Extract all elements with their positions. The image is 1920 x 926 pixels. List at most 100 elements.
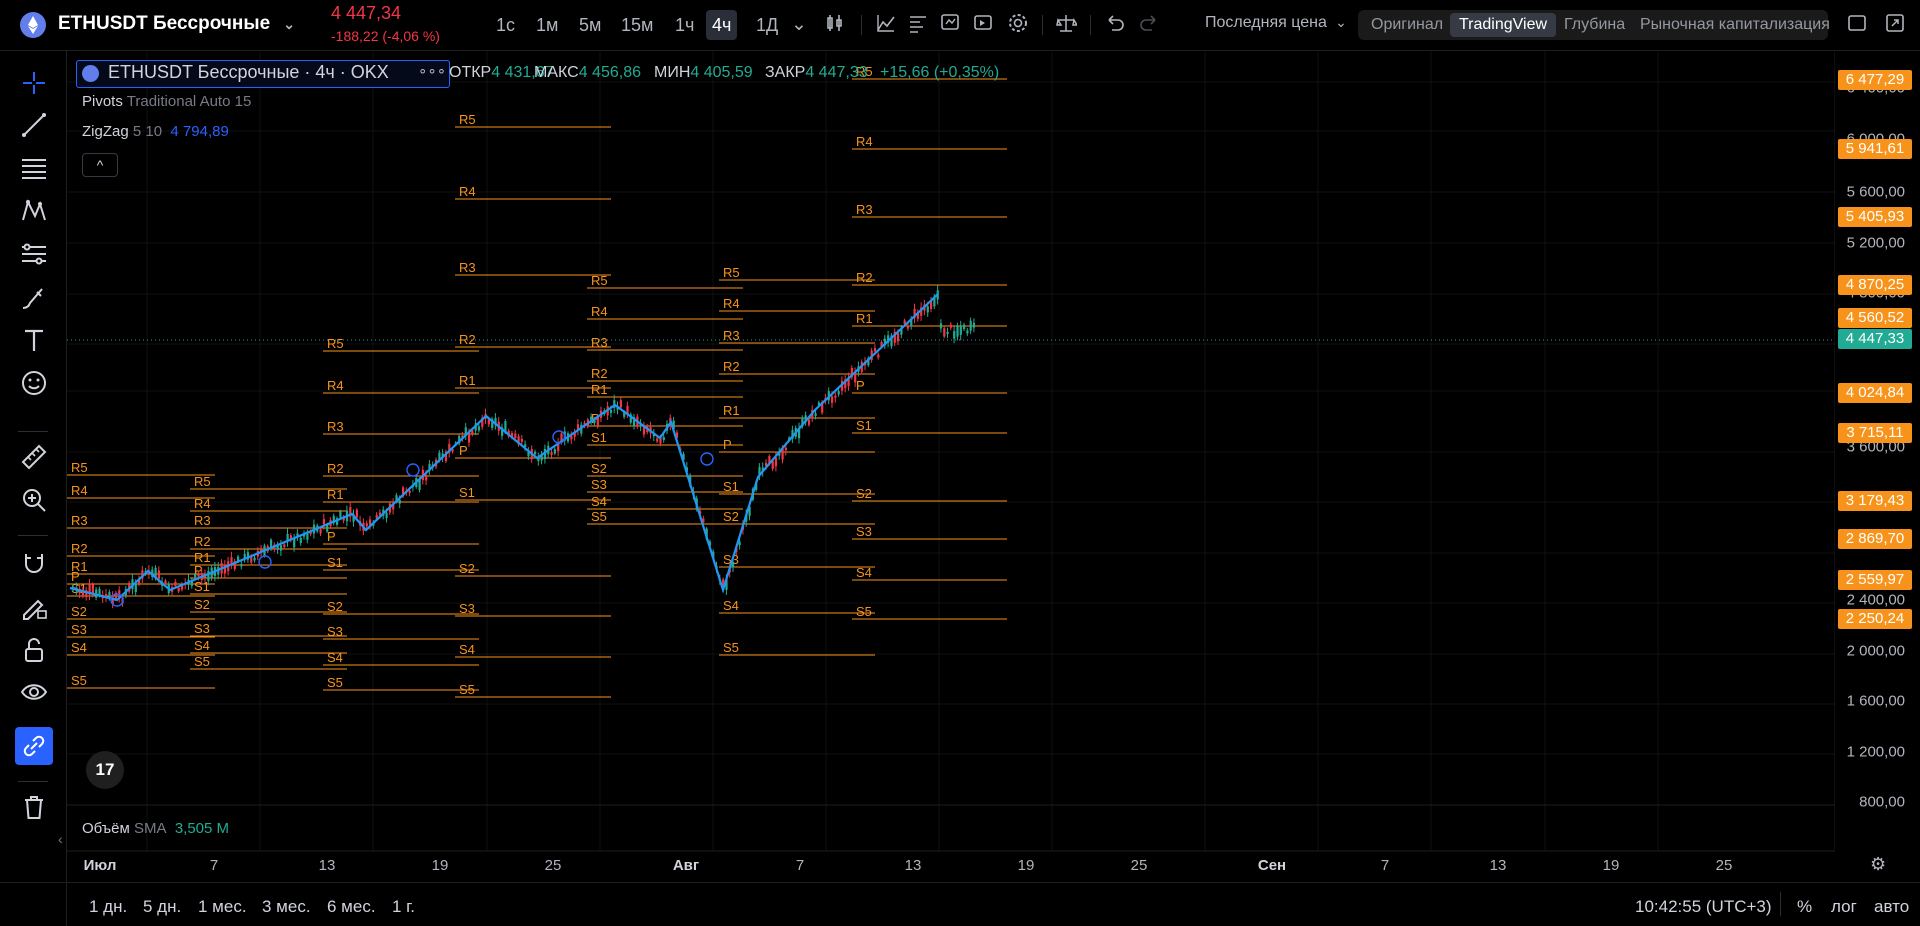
price-tick: 2 000,00 <box>1846 642 1905 660</box>
pivot-label: S1 <box>591 430 607 445</box>
timeframe-1s[interactable]: 1с <box>490 10 521 40</box>
candle-type-icon[interactable] <box>822 12 848 38</box>
range-1y[interactable]: 1 г. <box>392 897 415 917</box>
candle-body <box>197 574 200 577</box>
alert-icon[interactable] <box>937 12 963 38</box>
candle-body <box>553 449 556 454</box>
trash-icon[interactable] <box>15 788 53 826</box>
candle-body <box>520 438 523 442</box>
view-depth[interactable]: Глубина <box>1555 13 1634 37</box>
text-tool-icon[interactable] <box>15 321 53 359</box>
pivot-block: R5 R4 R3 R2 R1 P S1 S2 S3 S4 S5 <box>719 265 875 656</box>
candle-body <box>283 544 286 548</box>
collapse-toolbar-icon[interactable]: ‹ <box>58 831 63 847</box>
pivot-label: S5 <box>856 604 872 619</box>
ohlc-low-value: 4 405,59 <box>690 64 753 81</box>
view-market-cap[interactable]: Рыночная капитализация <box>1631 13 1839 37</box>
view-original[interactable]: Оригинал <box>1362 13 1452 37</box>
timeframe-5m[interactable]: 5м <box>573 10 607 40</box>
collapse-legend-button[interactable]: ^ <box>82 153 118 177</box>
pivot-label: R5 <box>327 336 344 351</box>
pivot-label: R3 <box>856 202 873 217</box>
zoom-in-icon[interactable] <box>15 481 53 519</box>
lock-drawing-icon[interactable] <box>15 587 53 625</box>
tradingview-logo[interactable]: 17 <box>86 751 124 789</box>
price-type-dropdown[interactable]: Последняя цена ⌄ <box>1205 14 1347 32</box>
brush-icon[interactable] <box>15 278 53 316</box>
eye-icon[interactable] <box>15 673 53 711</box>
fullscreen-icon[interactable] <box>1882 12 1908 38</box>
candle-body <box>956 326 959 337</box>
layout-icon[interactable] <box>1844 12 1870 38</box>
indicators-icon[interactable] <box>873 12 899 38</box>
pivot-label: R2 <box>459 332 476 347</box>
unlock-icon[interactable] <box>15 631 53 669</box>
pivot-label: R4 <box>723 296 740 311</box>
more-options-icon[interactable]: ∘∘∘ <box>418 62 446 80</box>
indicator-pivots[interactable]: Pivots Traditional Auto 15 <box>82 93 251 110</box>
log-toggle[interactable]: лог <box>1831 897 1857 917</box>
timeframe-1m[interactable]: 1м <box>530 10 564 40</box>
price-label: 4 870,25 <box>1838 275 1912 295</box>
timeframe-4h[interactable]: 4ч <box>706 10 738 40</box>
candle-body <box>596 417 599 427</box>
price-label: 2 250,24 <box>1838 609 1912 629</box>
range-3m[interactable]: 3 мес. <box>262 897 311 917</box>
emoji-icon[interactable] <box>15 364 53 402</box>
fib-tools-icon[interactable] <box>15 235 53 273</box>
candle-body <box>174 581 177 586</box>
price-tick: 5 600,00 <box>1846 183 1905 201</box>
percent-toggle[interactable]: % <box>1797 897 1812 917</box>
candle-body <box>339 511 342 518</box>
timeframe-dropdown-icon[interactable]: ⌄ <box>786 12 812 38</box>
candle-body <box>240 564 243 567</box>
settings-gear-icon[interactable] <box>1005 12 1031 38</box>
pattern-icon[interactable] <box>15 192 53 230</box>
time-tick: Сен <box>1257 857 1287 874</box>
link-icon[interactable] <box>15 727 53 765</box>
candle-body <box>814 413 817 416</box>
clock[interactable]: 10:42:55 (UTC+3) <box>1635 897 1772 917</box>
pivot-label: R2 <box>723 359 740 374</box>
indicator-zigzag[interactable]: ZigZag 5 10 4 794,89 <box>82 123 229 140</box>
compare-scale-icon[interactable] <box>1053 12 1079 38</box>
symbol-search-button[interactable]: ETHUSDT Бессрочные ⌄ <box>58 13 295 35</box>
volume-legend[interactable]: Объём SMA 3,505 M <box>82 820 229 837</box>
redo-icon[interactable] <box>1136 12 1162 38</box>
ruler-icon[interactable] <box>15 438 53 476</box>
magnet-icon[interactable] <box>15 544 53 582</box>
candle-body <box>972 322 976 328</box>
range-6m[interactable]: 6 мес. <box>327 897 376 917</box>
candle-body <box>959 326 962 335</box>
timeframe-15m[interactable]: 15м <box>615 10 659 40</box>
range-1d[interactable]: 1 дн. <box>89 897 127 917</box>
toolbar-divider <box>1090 15 1091 35</box>
ohlc-high-key: МАКС <box>534 64 579 81</box>
undo-icon[interactable] <box>1102 12 1128 38</box>
pivot-label: R2 <box>194 534 211 549</box>
pivot-label: S4 <box>723 598 739 613</box>
view-tradingview[interactable]: TradingView <box>1450 13 1557 37</box>
time-tick: 19 <box>1017 857 1035 874</box>
trend-line-icon[interactable] <box>15 106 53 144</box>
pivot-label: S1 <box>459 485 475 500</box>
timeframe-1d[interactable]: 1Д <box>750 10 784 40</box>
candle-body <box>408 490 411 493</box>
crosshair-icon[interactable] <box>15 64 53 102</box>
candle-body <box>943 328 946 337</box>
pivot-label: R1 <box>459 373 476 388</box>
range-5d[interactable]: 5 дн. <box>143 897 181 917</box>
templates-icon[interactable] <box>905 12 931 38</box>
pivot-label: S5 <box>71 673 87 688</box>
timeframe-1h[interactable]: 1ч <box>669 10 700 40</box>
chart-settings-icon[interactable]: ⚙ <box>1870 854 1886 875</box>
candle-body <box>662 437 665 441</box>
replay-icon[interactable] <box>970 12 996 38</box>
price-chart[interactable]: R5R4R3R2R1PS1S2S3S4S5R5R4R3R2R1PS1S2S3S4… <box>67 51 1835 916</box>
candle-body <box>619 400 622 408</box>
range-1m[interactable]: 1 мес. <box>198 897 247 917</box>
auto-toggle[interactable]: авто <box>1874 897 1909 917</box>
horizontal-lines-icon[interactable] <box>15 149 53 187</box>
candle-body <box>939 323 943 329</box>
candle-body <box>906 325 910 329</box>
